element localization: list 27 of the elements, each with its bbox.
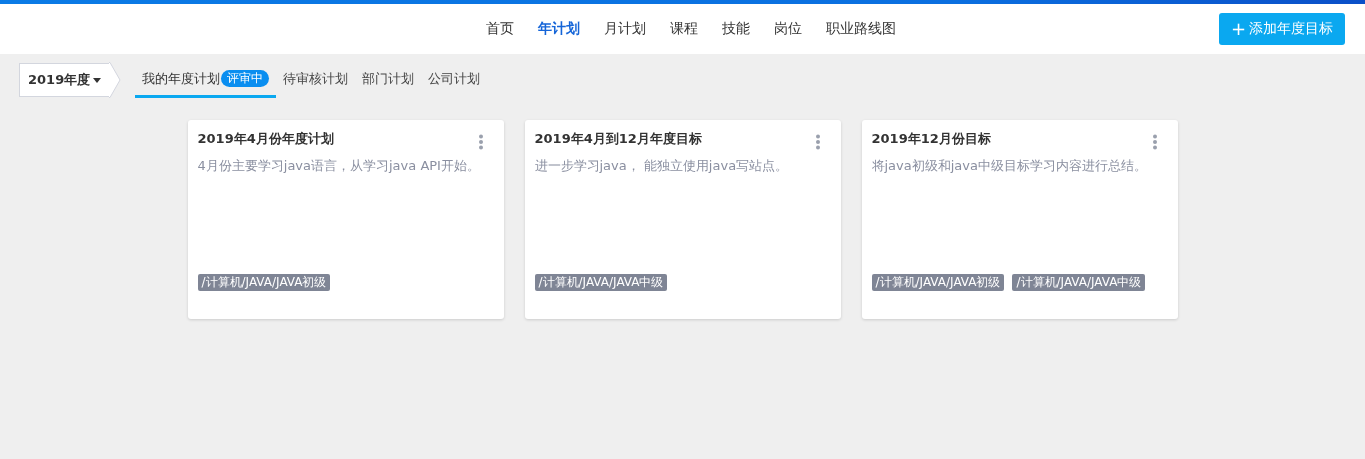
card-description: 4月份主要学习java语言，从学习java API开始。: [197, 157, 481, 175]
nav-link[interactable]: 月计划: [591, 20, 658, 38]
more-icon[interactable]: [477, 134, 484, 150]
card-description: 进一步学习java， 能独立使用java写站点。: [534, 157, 790, 175]
nav-link[interactable]: 课程: [657, 20, 710, 38]
card-title: 2019年4月到12月年度目标: [534, 130, 702, 148]
card-title: 2019年4月份年度计划: [197, 130, 334, 148]
status-badge: 评审中: [221, 70, 270, 87]
nav-link[interactable]: 岗位: [761, 20, 814, 38]
nav-link[interactable]: 年计划: [525, 20, 592, 38]
caret-icon: [93, 77, 102, 83]
plan-tab[interactable]: 公司计划: [421, 62, 488, 98]
more-icon[interactable]: [1151, 134, 1158, 150]
card-title: 2019年12月份目标: [871, 130, 991, 148]
card-description: 将java初级和java中级目标学习内容进行总结。: [871, 157, 1148, 175]
category-tag: /计算机/JAVA/JAVA初级: [197, 274, 331, 291]
category-tag: /计算机/JAVA/JAVA中级: [1012, 274, 1146, 291]
plan-tab[interactable]: 我的年度计划 评审中: [135, 62, 277, 98]
plan-tab[interactable]: 待审核计划: [276, 62, 356, 98]
category-tag: /计算机/JAVA/JAVA中级: [534, 274, 668, 291]
nav-link[interactable]: 职业路线图: [813, 20, 908, 38]
more-icon[interactable]: [814, 134, 821, 150]
category-tag: /计算机/JAVA/JAVA初级: [871, 274, 1005, 291]
nav-link[interactable]: 首页: [473, 20, 526, 38]
nav-link[interactable]: 技能: [709, 20, 762, 38]
dropdown-tip-icon: [109, 62, 122, 98]
plan-tab[interactable]: 部门计划: [355, 62, 422, 98]
